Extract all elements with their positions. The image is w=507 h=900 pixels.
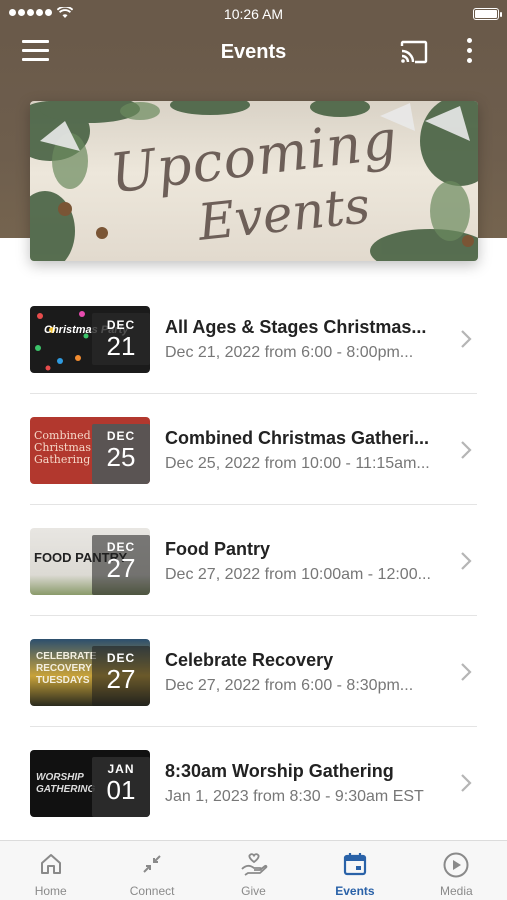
tab-label: Connect (129, 884, 175, 898)
status-bar: 10:26 AM (0, 0, 507, 28)
event-day: 21 (106, 331, 136, 361)
event-date-time: Dec 25, 2022 from 10:00 - 11:15am... (165, 455, 430, 472)
event-title: Food Pantry (165, 539, 271, 559)
event-date-badge: DEC 27 (92, 646, 150, 706)
status-time: 10:26 AM (223, 6, 284, 22)
event-day: 25 (106, 442, 136, 472)
event-list: Christmas Party DEC 21 All Ages & Stages… (0, 283, 507, 838)
event-day: 27 (106, 664, 136, 694)
chevron-right-icon (461, 441, 472, 459)
event-title: All Ages & Stages Christmas... (165, 317, 427, 337)
event-date-badge: DEC 25 (92, 424, 150, 484)
event-title: 8:30am Worship Gathering (165, 761, 394, 781)
event-date-time: Dec 27, 2022 from 10:00am - 12:00... (165, 566, 431, 583)
event-date-badge: JAN 01 (92, 757, 150, 817)
event-month: DEC (106, 651, 136, 665)
event-row[interactable]: WORSHIP GATHERING JAN 01 8:30am Worship … (0, 727, 507, 838)
event-day: 27 (106, 553, 136, 583)
menu-button[interactable] (22, 40, 52, 64)
event-row[interactable]: FOOD PANTRY DEC 27 Food Pantry Dec 27, 2… (0, 505, 507, 616)
more-options-button[interactable] (459, 38, 479, 68)
tab-label: Events (335, 884, 375, 898)
tab-events[interactable]: Events (304, 841, 405, 900)
event-date-badge: DEC 27 (92, 535, 150, 595)
event-title: Celebrate Recovery (165, 650, 334, 670)
tab-connect[interactable]: Connect (101, 841, 202, 900)
event-thumbnail: WORSHIP GATHERING JAN 01 (30, 750, 150, 817)
event-thumbnail: FOOD PANTRY DEC 27 (30, 528, 150, 595)
calendar-icon (343, 853, 367, 876)
event-date-badge: DEC 21 (92, 313, 150, 365)
tab-media[interactable]: Media (406, 841, 507, 900)
event-thumbnail: CELEBRATE RECOVERY TUESDAYS DEC 27 (30, 639, 150, 706)
give-icon (240, 853, 267, 876)
home-icon (40, 854, 61, 874)
event-thumbnail: Combined Christmas Gathering DEC 25 (30, 417, 150, 484)
event-title: Combined Christmas Gatheri... (165, 428, 430, 448)
event-month: DEC (106, 429, 136, 443)
tab-label: Media (439, 884, 473, 898)
event-month: DEC (106, 540, 136, 554)
event-row[interactable]: CELEBRATE RECOVERY TUESDAYS DEC 27 Celeb… (0, 616, 507, 727)
play-icon (443, 852, 469, 878)
cast-button[interactable] (399, 39, 429, 65)
chevron-right-icon (461, 552, 472, 570)
upcoming-events-banner: Upcoming Events (30, 101, 478, 261)
connect-icon (143, 855, 161, 873)
event-month: JAN (107, 762, 135, 776)
event-art-text: Combined Christmas Gathering (34, 429, 91, 466)
battery-icon (473, 8, 502, 20)
page-title: Events (220, 41, 287, 63)
event-date-time: Dec 27, 2022 from 6:00 - 8:30pm... (165, 677, 414, 694)
cast-icon (400, 40, 428, 64)
event-month: DEC (106, 318, 136, 332)
chevron-right-icon (461, 774, 472, 792)
more-vertical-icon (466, 38, 472, 43)
tab-give[interactable]: Give (203, 841, 304, 900)
tab-home[interactable]: Home (0, 841, 101, 900)
tab-label: Home (34, 884, 67, 898)
event-date-time: Dec 21, 2022 from 6:00 - 8:00pm... (165, 344, 414, 361)
bottom-tab-bar: Home Connect Give Events Media (0, 840, 507, 900)
chevron-right-icon (461, 330, 472, 348)
app-bar: Events (0, 28, 507, 78)
event-row[interactable]: Christmas Party DEC 21 All Ages & Stages… (0, 283, 507, 394)
event-day: 01 (106, 775, 136, 805)
hamburger-icon (22, 40, 49, 43)
event-thumbnail: Christmas Party DEC 21 (30, 306, 150, 373)
event-date-time: Jan 1, 2023 from 8:30 - 9:30am EST (165, 788, 424, 805)
chevron-right-icon (461, 663, 472, 681)
event-row[interactable]: Combined Christmas Gathering DEC 25 Comb… (0, 394, 507, 505)
tab-label: Give (241, 884, 266, 898)
